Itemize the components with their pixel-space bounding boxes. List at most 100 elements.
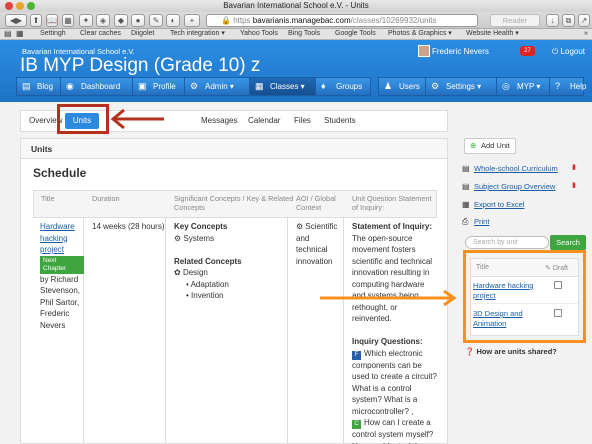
- table-header: Title Duration Significant Concepts / Ke…: [33, 190, 437, 218]
- tab-students[interactable]: Students: [319, 111, 361, 131]
- evernote-icon[interactable]: ✎: [149, 14, 163, 27]
- address-bar[interactable]: 🔒 https bavarianis.managebac.com/classes…: [206, 14, 478, 27]
- nav-groups[interactable]: ♦ Groups: [315, 77, 371, 96]
- concepts-cell: Key Concepts ⚙ Systems Related Concepts …: [174, 221, 286, 302]
- print-link[interactable]: Print: [474, 217, 489, 226]
- share-button[interactable]: ⬆: [30, 14, 42, 27]
- question-text: Which electronic components can be used …: [352, 348, 437, 416]
- nav-settings[interactable]: ⚙ Settings ▾: [425, 77, 497, 96]
- window-title: Bavarian International School e.V. - Uni…: [223, 1, 369, 10]
- subject-group-overview-link[interactable]: Subject Group Overview: [474, 182, 555, 191]
- nav-classes[interactable]: ▦ Classes ▾: [249, 77, 316, 96]
- download-icon[interactable]: ↓: [546, 14, 559, 27]
- column-divider: [165, 217, 166, 444]
- column-divider: [287, 217, 288, 444]
- list-item: • Adaptation: [186, 279, 229, 289]
- notification-badge[interactable]: 27: [520, 46, 535, 56]
- unit-duration: 14 weeks (28 hours): [92, 222, 165, 231]
- bookmark-item[interactable]: Tech integration ▾: [170, 29, 225, 39]
- nav-users[interactable]: ♟ Users: [378, 77, 426, 96]
- bookmarks-icon[interactable]: 📖: [46, 14, 58, 27]
- red-arrow-annotation: [110, 108, 164, 130]
- bookmark-item[interactable]: Bing Tools: [288, 29, 320, 39]
- curriculum-icon: ▤: [462, 164, 470, 173]
- reader-button[interactable]: Reader: [490, 14, 540, 27]
- whole-school-curriculum-link[interactable]: Whole-school Curriculum: [474, 164, 558, 173]
- reading-list-icon[interactable]: ▤: [4, 29, 12, 39]
- chat-icon[interactable]: ◐: [166, 14, 180, 27]
- zoom-window-button[interactable]: [27, 2, 35, 10]
- bookmark-item[interactable]: Google Tools: [335, 29, 376, 39]
- units-shared-help[interactable]: ❓ How are units shared?: [465, 347, 557, 356]
- bookmark-item[interactable]: Photos & Graphics ▾: [388, 29, 452, 39]
- bookmark-item[interactable]: Diigolet: [131, 29, 154, 39]
- col-concepts: Significant Concepts / Key & Related Con…: [174, 194, 294, 212]
- new-tab-button[interactable]: +: [184, 14, 200, 27]
- soi-label: Statement of Inquiry:: [352, 222, 433, 231]
- export-excel-link[interactable]: Export to Excel: [474, 200, 524, 209]
- logout-link[interactable]: ⏻ Logout: [552, 47, 585, 57]
- nav-profile[interactable]: ▣ Profile: [132, 77, 185, 96]
- dashboard-icon: ◉: [66, 81, 74, 91]
- avatar[interactable]: [418, 45, 430, 57]
- tab-calendar[interactable]: Calendar: [243, 111, 285, 131]
- minimize-window-button[interactable]: [16, 2, 24, 10]
- main-nav: ▤ Blog ◉ Dashboard ▣ Profile ⚙ Admin ▾ ▦ Clas…: [16, 77, 586, 96]
- tabs-icon[interactable]: ⧉: [562, 14, 575, 27]
- users-icon: ♟: [384, 81, 393, 91]
- factual-badge: F: [352, 350, 361, 360]
- back-button[interactable]: ◀▶: [5, 14, 27, 27]
- search-button[interactable]: Search: [550, 235, 586, 250]
- schedule-heading: Schedule: [33, 166, 87, 180]
- nav-dashboard[interactable]: ◉ Dashboard: [60, 77, 133, 96]
- more-bookmarks-icon[interactable]: »: [584, 29, 588, 39]
- close-window-button[interactable]: [5, 2, 13, 10]
- pdf-icon[interactable]: ▮: [572, 163, 576, 171]
- pocket-icon[interactable]: ◆: [114, 14, 128, 27]
- fullscreen-icon[interactable]: ↗: [578, 14, 590, 27]
- nav-myp[interactable]: ◎ MYP ▾: [496, 77, 550, 96]
- profile-icon: ▣: [138, 81, 147, 91]
- overview-icon: ▤: [462, 182, 470, 191]
- gear-icon: ⚙: [190, 81, 199, 91]
- key-concept: Systems: [183, 233, 215, 243]
- bookmark-item[interactable]: Yahoo Tools: [240, 29, 278, 39]
- tab-files[interactable]: Files: [289, 111, 316, 131]
- panel-title: Units: [21, 139, 447, 159]
- inquiry-cell: Statement of Inquiry: The open-source mo…: [352, 221, 438, 444]
- col-duration: Duration: [92, 194, 120, 203]
- search-input[interactable]: Search by unit: [465, 236, 549, 249]
- layers-icon[interactable]: ◈: [96, 14, 110, 27]
- related-concepts-label: Related Concepts: [174, 256, 242, 266]
- unit-authors: by Richard Stevenson, Phil Sartor, Frede…: [40, 274, 81, 330]
- nav-admin[interactable]: ⚙ Admin ▾: [184, 77, 250, 96]
- iq-label: Inquiry Questions:: [352, 337, 423, 346]
- user-name[interactable]: Frederic Nevers: [432, 47, 489, 56]
- status-badge: Next Chapter: [40, 255, 84, 274]
- unit-title-cell: Hardware hacking project Next Chapter by…: [40, 221, 84, 331]
- add-unit-button[interactable]: ⊕ Add Unit: [464, 138, 516, 154]
- bookmark-item[interactable]: Settingh: [40, 29, 66, 39]
- aoi-cell: ⚙ Scientific and technical innovation: [296, 222, 338, 266]
- bookmark-item[interactable]: Website Health ▾: [466, 29, 519, 39]
- logout-icon: ⏻: [552, 47, 559, 56]
- add-icon: ⊕: [470, 141, 477, 150]
- settings-icon: ⚙: [431, 81, 440, 91]
- lastpass-icon[interactable]: ●: [131, 14, 145, 27]
- related-concept: Design: [182, 268, 208, 277]
- topsites-icon[interactable]: ▦: [62, 14, 74, 27]
- nav-help[interactable]: ? Help: [549, 77, 586, 96]
- nav-blog[interactable]: ▤ Blog: [16, 77, 61, 96]
- extension-icon[interactable]: ✦: [79, 14, 93, 27]
- bookmarks-bar: ▤ ▦ Settingh Clear caches Diigolet Tech …: [0, 29, 592, 40]
- bookmark-item[interactable]: Clear caches: [80, 29, 121, 39]
- groups-icon: ♦: [321, 81, 326, 91]
- site-header: Bavarian International School e.V. IB MY…: [0, 40, 592, 102]
- orange-highlight-box: [463, 250, 586, 343]
- unit-link[interactable]: Hardware hacking project: [40, 222, 75, 254]
- top-sites-icon[interactable]: ▦: [16, 29, 24, 39]
- tab-messages[interactable]: Messages: [196, 111, 242, 131]
- pdf-icon[interactable]: ▮: [572, 181, 576, 189]
- question-text: How can I create a control system myself…: [352, 418, 434, 444]
- page-title: IB MYP Design (Grade 10) z: [20, 55, 261, 76]
